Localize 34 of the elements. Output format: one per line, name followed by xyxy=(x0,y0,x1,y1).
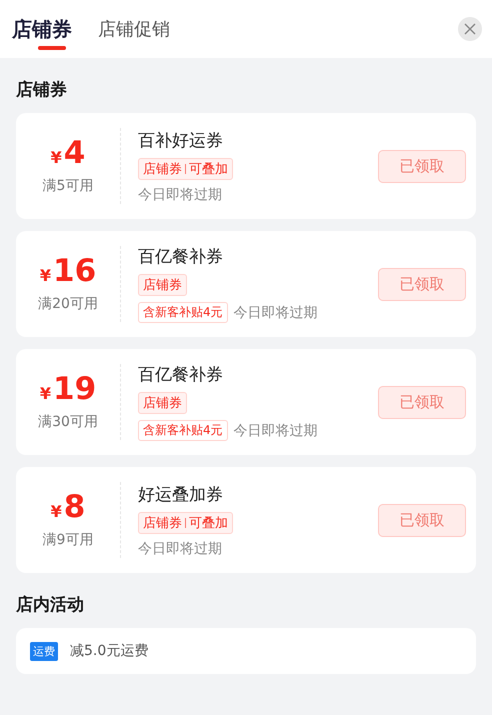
coupon-tag: 店铺券 xyxy=(138,392,187,414)
expiry-text: 今日即将过期 xyxy=(138,540,222,558)
coupon-tag: 店铺券 可叠加 xyxy=(138,512,233,534)
coupon-condition: 满30可用 xyxy=(38,412,98,430)
subsidy-tag: 含新客补贴4元 xyxy=(138,420,228,441)
claimed-button[interactable]: 已领取 xyxy=(378,504,466,536)
coupon-amount: ¥4 xyxy=(50,138,86,168)
coupon-name: 百亿餐补券 xyxy=(138,246,224,268)
coupon-tag: 店铺券 xyxy=(138,274,187,296)
subsidy-tag: 含新客补贴4元 xyxy=(138,302,228,323)
coupon-tag: 店铺券 可叠加 xyxy=(138,158,233,180)
coupon-name: 百亿餐补券 xyxy=(138,364,224,386)
expiry-text: 今日即将过期 xyxy=(234,422,318,440)
coupon-amount: ¥19 xyxy=(40,374,96,404)
coupon-name: 好运叠加券 xyxy=(138,484,224,506)
section-title: 店内活动 xyxy=(16,594,85,617)
coupon-condition: 满9可用 xyxy=(42,530,94,548)
expiry-text: 今日即将过期 xyxy=(234,304,318,322)
coupon-amount: ¥16 xyxy=(40,256,96,286)
claimed-button[interactable]: 已领取 xyxy=(378,150,466,182)
activity-tag: 运费 xyxy=(30,642,58,660)
coupon-condition: 满20可用 xyxy=(38,294,98,312)
close-icon xyxy=(464,23,476,35)
tab[interactable]: 店铺券 xyxy=(12,9,72,49)
close-button[interactable] xyxy=(458,17,482,41)
claimed-button[interactable]: 已领取 xyxy=(378,268,466,300)
activity-text: 减5.0元运费 xyxy=(70,642,148,660)
tab[interactable]: 店铺促销 xyxy=(98,9,170,49)
expiry-text: 今日即将过期 xyxy=(138,186,222,204)
coupon-amount: ¥8 xyxy=(50,492,86,522)
coupon-name: 百补好运券 xyxy=(138,130,224,152)
section-title: 店铺券 xyxy=(16,79,68,102)
claimed-button[interactable]: 已领取 xyxy=(378,386,466,418)
coupon-condition: 满5可用 xyxy=(42,176,94,194)
